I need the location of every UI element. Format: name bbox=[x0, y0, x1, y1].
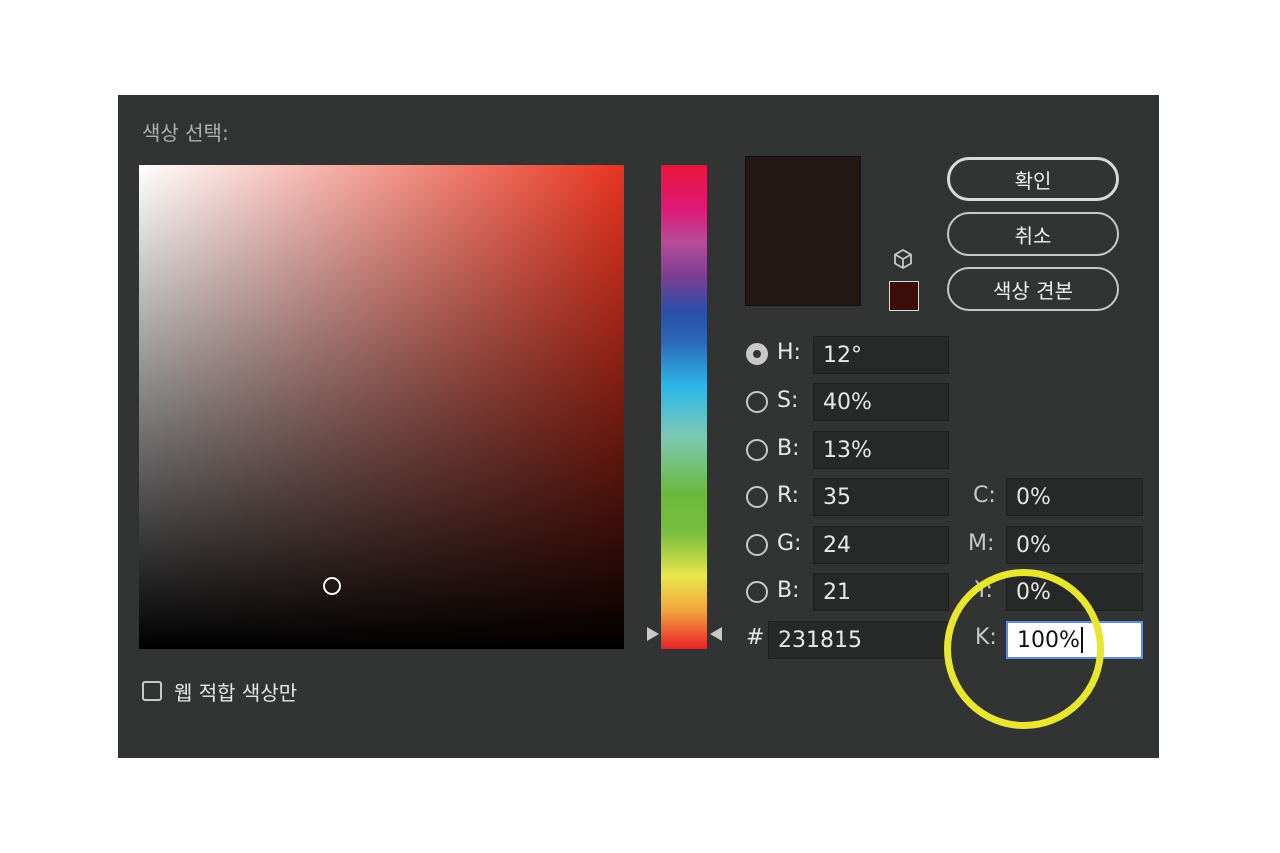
label-s: S: bbox=[777, 388, 799, 413]
c-field[interactable]: 0% bbox=[1006, 478, 1143, 516]
saturation-brightness-field[interactable] bbox=[139, 165, 624, 649]
b-field[interactable]: 21 bbox=[813, 573, 949, 611]
label-r: R: bbox=[777, 483, 800, 508]
label-brightness: B: bbox=[777, 436, 800, 461]
radio-h[interactable] bbox=[746, 343, 768, 365]
color-swatches-button[interactable]: 색상 견본 bbox=[947, 267, 1119, 311]
r-field[interactable]: 35 bbox=[813, 478, 949, 516]
h-field[interactable]: 12° bbox=[813, 336, 949, 374]
radio-r[interactable] bbox=[746, 486, 768, 508]
label-c: C: bbox=[973, 483, 996, 508]
web-colors-only-checkbox[interactable] bbox=[142, 681, 162, 701]
g-field[interactable]: 24 bbox=[813, 526, 949, 564]
dialog-title: 색상 선택: bbox=[142, 121, 229, 145]
hue-slider-left-handle[interactable] bbox=[647, 627, 659, 641]
label-hex: # bbox=[746, 625, 765, 650]
color-picker-cursor[interactable] bbox=[323, 577, 341, 595]
radio-g[interactable] bbox=[746, 534, 768, 556]
s-field[interactable]: 40% bbox=[813, 383, 949, 421]
ok-button[interactable]: 확인 bbox=[947, 157, 1119, 201]
radio-s[interactable] bbox=[746, 391, 768, 413]
radio-brightness[interactable] bbox=[746, 439, 768, 461]
hex-field[interactable]: 231815 bbox=[768, 621, 949, 659]
label-m: M: bbox=[968, 531, 995, 556]
hue-slider[interactable] bbox=[661, 165, 707, 649]
brightness-field[interactable]: 13% bbox=[813, 431, 949, 469]
web-colors-only-label: 웹 적합 색상만 bbox=[174, 681, 298, 705]
cube-icon[interactable] bbox=[892, 248, 914, 270]
label-h: H: bbox=[777, 340, 801, 365]
label-g: G: bbox=[777, 531, 802, 556]
current-color-swatch[interactable] bbox=[889, 281, 919, 311]
label-b: B: bbox=[777, 578, 800, 603]
m-field[interactable]: 0% bbox=[1006, 526, 1143, 564]
new-color-swatch bbox=[745, 156, 861, 306]
hue-slider-right-handle[interactable] bbox=[710, 627, 722, 641]
cancel-button[interactable]: 취소 bbox=[947, 212, 1119, 256]
highlight-circle bbox=[944, 569, 1104, 729]
radio-b[interactable] bbox=[746, 581, 768, 603]
